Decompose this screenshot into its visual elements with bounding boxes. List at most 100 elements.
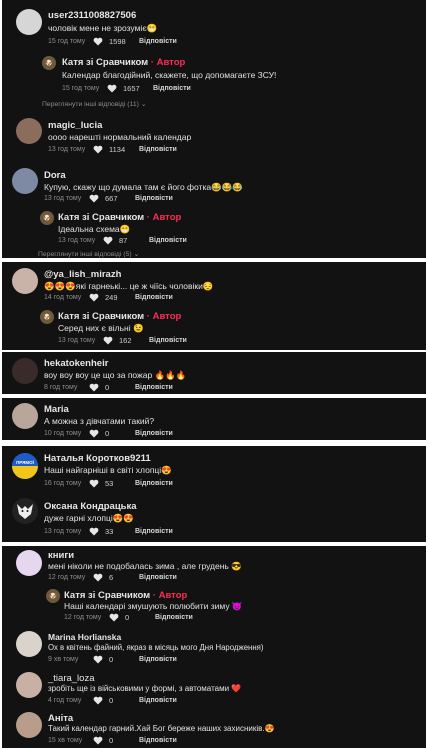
- comment-meta: 12 год тому 6 Відповісти: [48, 573, 177, 582]
- heart-icon[interactable]: [89, 429, 99, 438]
- comment-item: Оксана Кондрацька дуже гарні хлопці😍😍 13…: [2, 492, 426, 542]
- reply-button[interactable]: Відповісти: [149, 237, 187, 244]
- reply-time: 12 год тому: [64, 614, 102, 621]
- reply-text: Ідеальна схема😁: [58, 224, 131, 234]
- reply-username[interactable]: Катя зі Сравчиком · Автор: [62, 57, 185, 68]
- heart-icon[interactable]: [93, 145, 103, 154]
- avatar[interactable]: [12, 268, 38, 294]
- wolf-icon: [17, 504, 33, 519]
- comment-username[interactable]: _tiara_loza: [48, 673, 94, 684]
- reply-button[interactable]: Відповісти: [153, 85, 191, 92]
- comment-username[interactable]: user2311008827506: [48, 10, 136, 21]
- comment-username[interactable]: Maria: [44, 404, 69, 415]
- avatar[interactable]: [12, 403, 38, 429]
- comment-username[interactable]: hekatokenheir: [44, 358, 108, 369]
- comment-text: Такий календар гарний.Хай Бог береже наш…: [48, 724, 275, 733]
- comment-username[interactable]: Наталья Коротков9211: [44, 453, 151, 464]
- comment-time: 12 год тому: [48, 574, 86, 581]
- avatar[interactable]: [16, 9, 42, 35]
- comment-time: 13 год тому: [44, 528, 82, 535]
- comment-meta: 13 год тому 33 Відповісти: [44, 527, 173, 536]
- like-count: 0: [109, 736, 114, 745]
- heart-icon[interactable]: [93, 696, 103, 705]
- reply-button[interactable]: Відповісти: [135, 294, 173, 301]
- author-sep: ·: [150, 57, 154, 68]
- avatar-flag[interactable]: ПРЯМОЇ: [12, 453, 38, 479]
- heart-icon[interactable]: [93, 736, 103, 745]
- reply-username[interactable]: Катя зі Сравчиком · Автор: [64, 590, 187, 601]
- heart-icon[interactable]: [93, 655, 103, 664]
- reply-button[interactable]: Відповісти: [139, 38, 177, 45]
- avatar[interactable]: [12, 358, 38, 384]
- comment-username[interactable]: книги: [48, 550, 74, 561]
- reply-button[interactable]: Відповісти: [139, 146, 177, 153]
- like-count: 1134: [109, 145, 126, 154]
- author-avatar[interactable]: 🐶: [40, 211, 54, 225]
- reply-button[interactable]: Відповісти: [135, 528, 173, 535]
- heart-icon[interactable]: [103, 236, 113, 245]
- like-count: 0: [109, 696, 114, 705]
- comment-username[interactable]: Оксана Кондрацька: [44, 501, 137, 512]
- reply-button[interactable]: Відповісти: [135, 430, 173, 437]
- reply-button[interactable]: Відповісти: [139, 737, 177, 744]
- comment-item: ПРЯМОЇ Наталья Коротков9211 Наші найгарн…: [2, 446, 426, 492]
- reply-button[interactable]: Відповісти: [139, 697, 177, 704]
- comments-panel-2: Dora Купую, скажу що думала там є його ф…: [2, 164, 426, 258]
- author-sep: ·: [146, 311, 150, 322]
- reply-text: Серед них є вільні 😉: [58, 323, 144, 333]
- comment-meta: 15 год тому 1598 Відповісти: [48, 37, 177, 46]
- reply-button[interactable]: Відповісти: [139, 656, 177, 663]
- reply-meta: 13 год тому 162 Відповісти: [58, 336, 187, 345]
- heart-icon[interactable]: [109, 613, 119, 622]
- reply-button[interactable]: Відповісти: [139, 574, 177, 581]
- comment-text: мені ніколи не подобалась зима , але гру…: [48, 561, 242, 571]
- comment-username[interactable]: @ya_lish_mirazh: [44, 269, 121, 280]
- comment-username[interactable]: magic_lucia: [48, 120, 102, 131]
- heart-icon[interactable]: [89, 194, 99, 203]
- reply-text: Календар благодійний, скажете, що допома…: [62, 70, 277, 80]
- reply-username[interactable]: Катя зі Сравчиком · Автор: [58, 311, 181, 322]
- reply-button[interactable]: Відповісти: [135, 480, 173, 487]
- comment-username[interactable]: Аніта: [48, 713, 73, 724]
- heart-icon[interactable]: [89, 527, 99, 536]
- comments-panel-3: @ya_lish_mirazh 😍😍😍які гарнеькі... це ж …: [2, 262, 426, 350]
- view-more-replies[interactable]: Переглянути інші відповіді (5) ⌄: [38, 250, 139, 258]
- avatar[interactable]: [16, 712, 42, 738]
- heart-icon[interactable]: [103, 336, 113, 345]
- reply-button[interactable]: Відповісти: [155, 614, 193, 621]
- heart-icon[interactable]: [89, 293, 99, 302]
- reply-username[interactable]: Катя зі Сравчиком · Автор: [58, 212, 181, 223]
- heart-icon[interactable]: [93, 37, 103, 46]
- reply-item: 🐶 Катя зі Сравчиком · Автор Календар бла…: [2, 50, 426, 98]
- reply-item: 🐶 Катя зі Сравчиком · Автор Наші календа…: [2, 586, 426, 626]
- comment-username[interactable]: Marina Horlianska: [48, 632, 121, 642]
- heart-icon[interactable]: [107, 84, 117, 93]
- reply-time: 13 год тому: [58, 337, 96, 344]
- avatar[interactable]: [16, 631, 42, 657]
- avatar[interactable]: [16, 550, 42, 576]
- author-avatar[interactable]: 🐶: [42, 56, 56, 70]
- heart-icon[interactable]: [93, 573, 103, 582]
- comment-item: Аніта Такий календар гарний.Хай Бог бере…: [2, 708, 426, 748]
- comment-username[interactable]: Dora: [44, 170, 66, 181]
- reply-button[interactable]: Відповісти: [149, 337, 187, 344]
- like-count: 0: [125, 613, 130, 622]
- reply-button[interactable]: Відповісти: [135, 384, 173, 391]
- avatar[interactable]: [12, 168, 38, 194]
- heart-icon[interactable]: [89, 479, 99, 488]
- like-count: 0: [105, 429, 110, 438]
- heart-icon[interactable]: [89, 383, 99, 392]
- avatar[interactable]: [16, 672, 42, 698]
- author-avatar[interactable]: 🐶: [46, 589, 60, 603]
- comment-meta: 16 год тому 53 Відповісти: [44, 479, 173, 488]
- reply-button[interactable]: Відповісти: [135, 195, 173, 202]
- author-avatar[interactable]: 🐶: [40, 310, 54, 324]
- comment-item: книги мені ніколи не подобалась зима , а…: [2, 546, 426, 586]
- avatar[interactable]: [12, 498, 38, 524]
- view-more-replies[interactable]: Переглянути інші відповіді (11) ⌄: [42, 100, 146, 108]
- author-badge: Автор: [158, 590, 188, 601]
- comment-meta: 15 хв тому 0 Відповісти: [48, 736, 177, 745]
- flag-icon: ПРЯМОЇ: [12, 453, 38, 479]
- avatar[interactable]: [16, 118, 42, 144]
- comment-meta: 4 год тому 0 Відповісти: [48, 696, 177, 705]
